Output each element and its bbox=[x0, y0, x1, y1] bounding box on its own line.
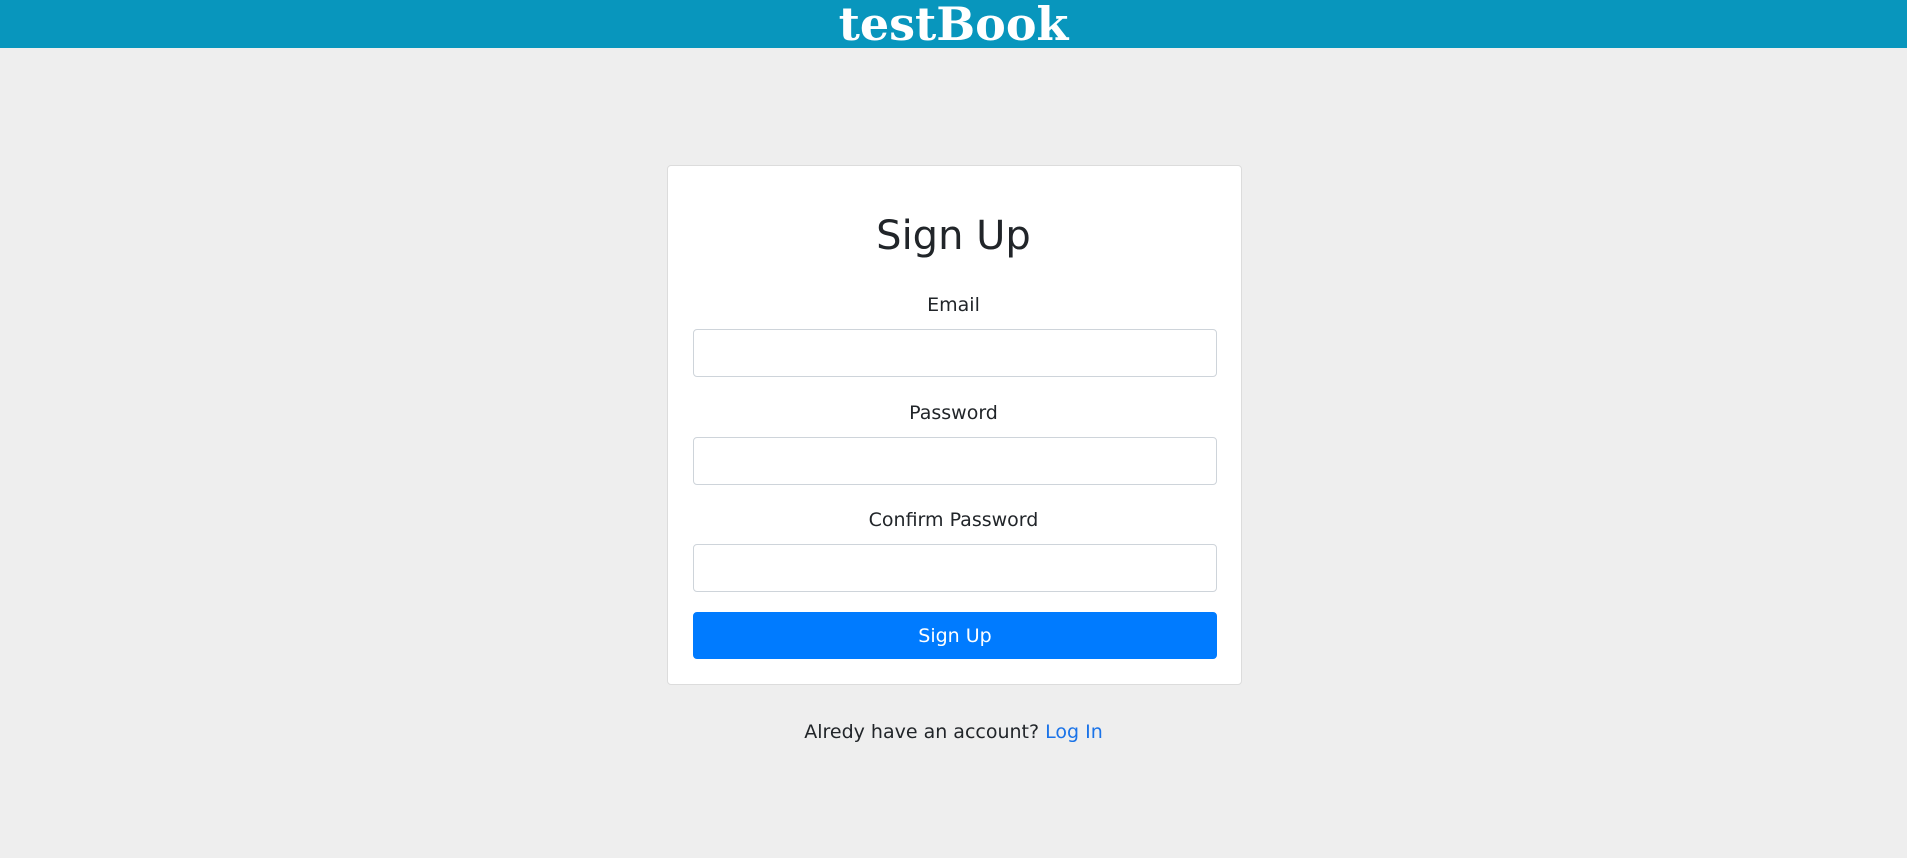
login-link[interactable]: Log In bbox=[1045, 721, 1103, 743]
email-field[interactable] bbox=[693, 329, 1217, 377]
brand-logo[interactable]: testBook bbox=[839, 0, 1069, 48]
login-prompt: Alredy have an account? Log In bbox=[0, 718, 1907, 746]
top-bar: testBook bbox=[0, 0, 1907, 48]
signup-button[interactable]: Sign Up bbox=[693, 612, 1217, 659]
login-prompt-text: Alredy have an account? bbox=[804, 721, 1040, 743]
password-field[interactable] bbox=[693, 437, 1217, 485]
confirm-password-field[interactable] bbox=[693, 544, 1217, 592]
confirm-password-label: Confirm Password bbox=[868, 509, 1039, 531]
password-label: Password bbox=[909, 402, 998, 424]
email-label: Email bbox=[927, 294, 980, 316]
page-title: Sign Up bbox=[876, 213, 1031, 259]
